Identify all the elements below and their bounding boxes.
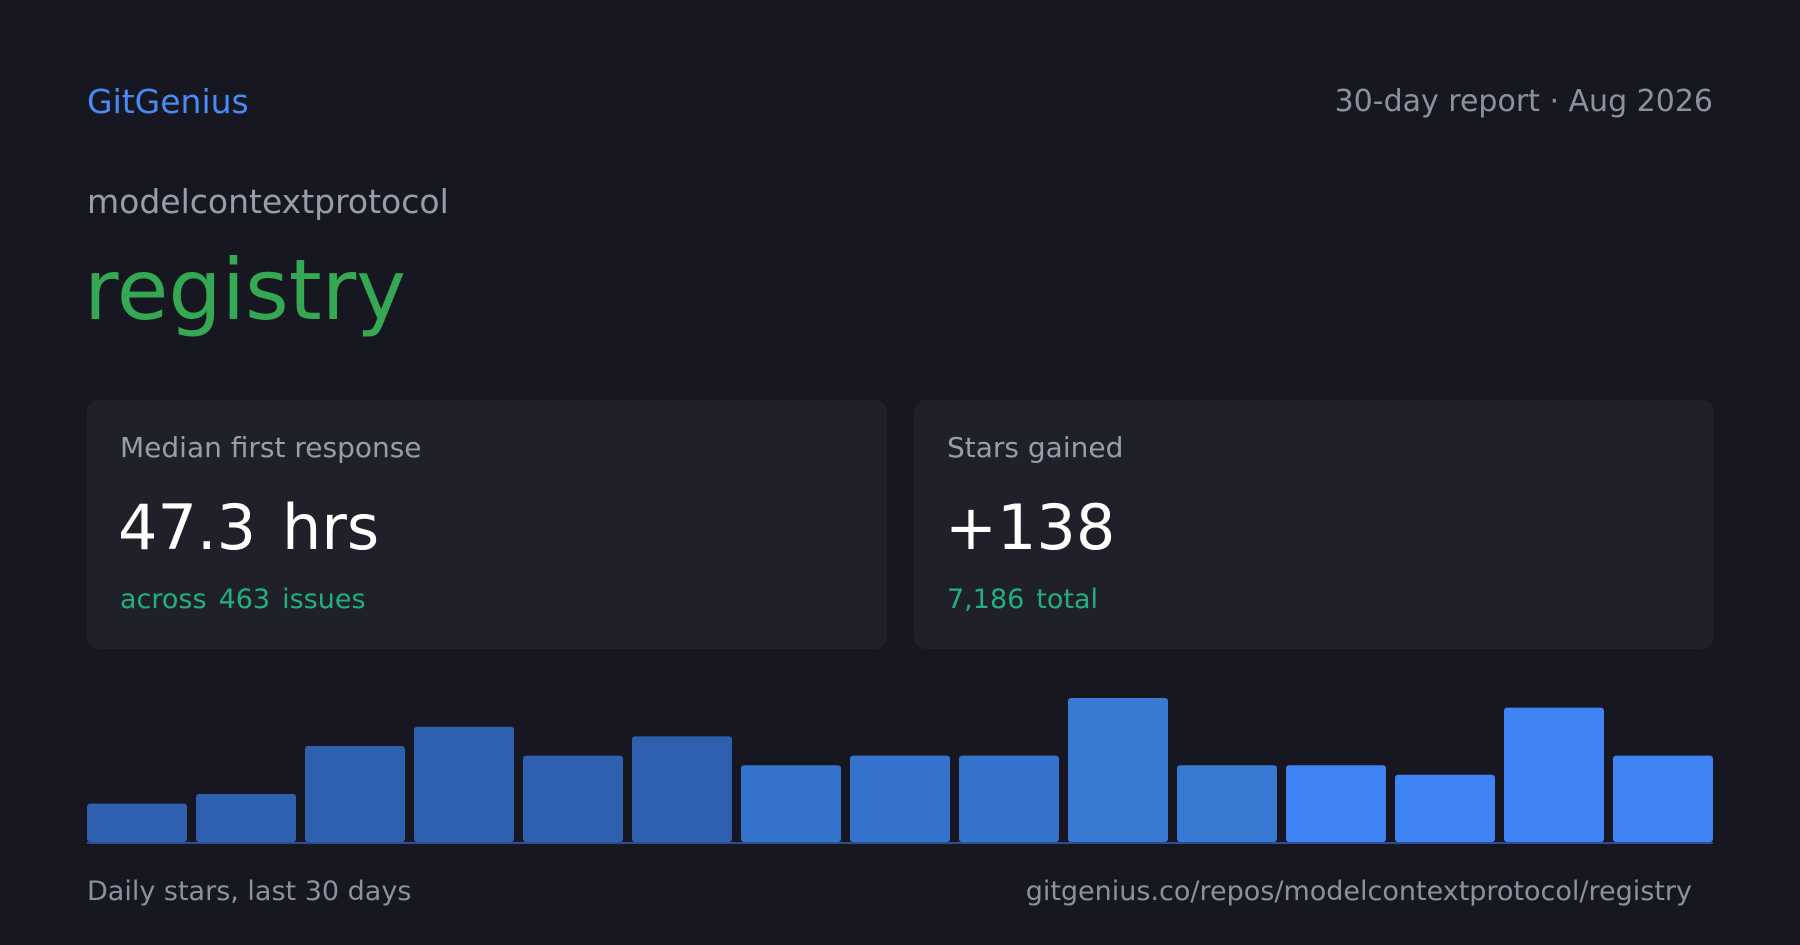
stars-total-count: 7,186 [947,584,1025,615]
repo-name: registry [84,241,406,339]
bar-10 [1068,698,1168,842]
brand-logo[interactable]: GitGenius [87,80,249,124]
bar-12 [1286,765,1386,842]
issues-count: 463 [218,584,271,615]
median-response-card: Median first response 47.3 hrs across 463 i… [87,400,887,649]
stars-gained-card: Stars gained +138 7,186 total [914,400,1714,649]
bar-15 [1613,755,1713,842]
stars-total-suffix: total [1036,584,1099,615]
bar-11 [1177,765,1277,842]
bar-13 [1395,774,1495,842]
median-response-number: 47.3 [118,491,257,564]
median-response-value: 47.3 hrs [118,488,379,568]
repo-owner: modelcontextprotocol [87,182,449,221]
stars-gained-label: Stars gained [947,431,1124,464]
bar-14 [1504,707,1604,842]
median-response-label: Median first response [120,431,422,464]
report-period: 30-day report · Aug 2026 [1334,84,1713,119]
issues-prefix: across [120,584,207,615]
median-response-unit: hrs [282,491,380,564]
bar-6 [632,736,732,842]
stars-total-sub: 7,186 total [947,580,1098,620]
bar-5 [523,755,623,842]
repo-url[interactable]: gitgenius.co/repos/modelcontextprotocol/… [1026,872,1692,912]
bar-1 [87,803,187,842]
bar-7 [741,765,841,842]
issues-suffix: issues [282,584,366,615]
bar-9 [959,755,1059,842]
daily-stars-chart [87,698,1713,844]
chart-caption: Daily stars, last 30 days [87,876,412,907]
median-response-sub: across 463 issues [120,580,366,620]
bar-3 [305,746,405,842]
bar-4 [414,726,514,842]
bar-8 [850,755,950,842]
stars-gained-value: +138 [945,491,1116,564]
bar-2 [196,794,296,842]
